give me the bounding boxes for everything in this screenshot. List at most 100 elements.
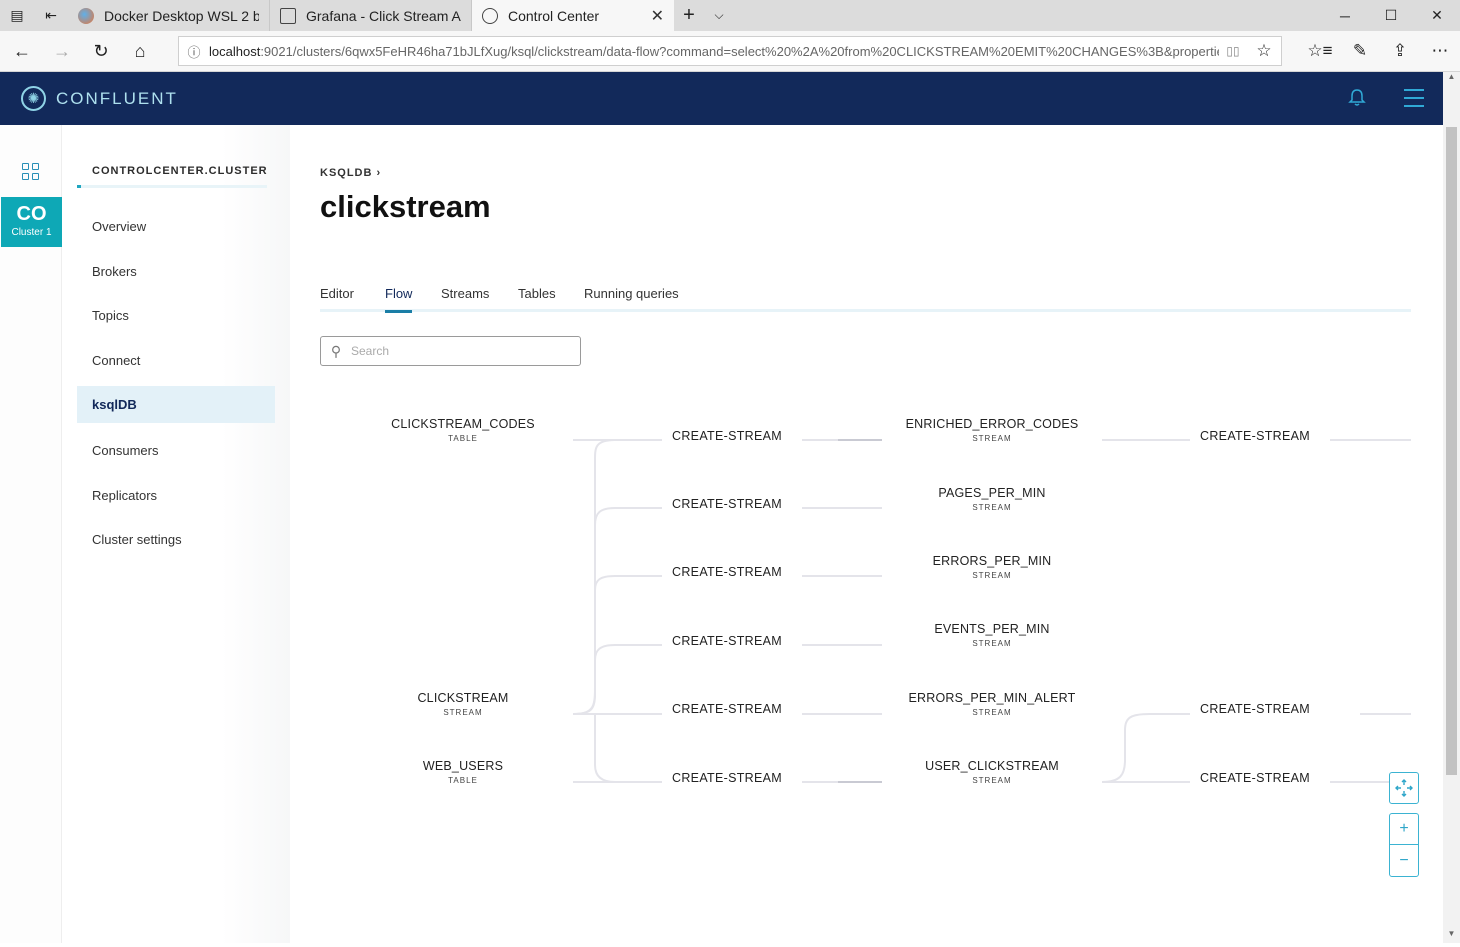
close-window-icon[interactable]: ✕ [1414,0,1460,31]
node-name: CLICKSTREAM_CODES [391,417,535,431]
site-info-icon[interactable]: ⓘ [179,42,209,61]
url-field[interactable]: ⓘ localhost:9021/clusters/6qwx5FeHR46ha7… [178,36,1282,66]
cluster-title-underline [77,185,267,188]
node-kind: TABLE [448,434,478,443]
bell-icon[interactable] [1346,88,1368,110]
flow-node-clickstream-codes[interactable]: CLICKSTREAM_CODES TABLE [353,417,573,443]
chevron-down-icon[interactable]: ⌵ [704,0,734,31]
zoom-out-icon[interactable]: − [1390,845,1418,876]
flow-op-create-stream[interactable]: CREATE-STREAM [647,702,807,716]
zoom-controls: + − [1389,813,1419,877]
cluster-name: Cluster 1 [11,227,52,238]
node-kind: STREAM [443,708,483,717]
sidebar-item-topics[interactable]: Topics [77,297,275,334]
chevron-right-icon: › [376,167,382,179]
flow-graph[interactable]: CLICKSTREAM_CODES TABLE CLICKSTREAM STRE… [290,385,1443,845]
scrollbar-thumb[interactable] [1446,127,1457,775]
flow-op-create-stream[interactable]: CREATE-STREAM [1175,771,1335,785]
flow-node-web-users[interactable]: WEB_USERS TABLE [353,759,573,785]
sidebar-item-replicators[interactable]: Replicators [77,477,275,514]
browser-tab-grafana[interactable]: Grafana - Click Stream Anal [270,0,472,31]
cluster-abbr: CO [16,203,47,225]
flow-node-enriched-error-codes[interactable]: ENRICHED_ERROR_CODES STREAM [882,417,1102,443]
sidebar-item-consumers[interactable]: Consumers [77,432,275,469]
brand-name: CONFLUENT [56,88,178,108]
pen-icon[interactable]: ✎ [1340,36,1380,66]
node-name: EVENTS_PER_MIN [934,622,1050,636]
cluster-title: CONTROLCENTER.CLUSTER [92,165,268,177]
back-icon[interactable]: ← [6,36,38,66]
page-favicon [280,7,296,24]
sidebar-item-connect[interactable]: Connect [77,342,275,379]
flow-op-create-stream[interactable]: CREATE-STREAM [1175,702,1335,716]
browser-toolbar: ☆≡ ✎ ⇪ ⋯ [1300,36,1460,66]
tab-tables[interactable]: Tables [518,286,556,310]
zoom-in-icon[interactable]: + [1390,814,1418,845]
home-icon[interactable]: ⌂ [124,36,156,66]
new-tab-icon[interactable]: + [674,0,704,31]
flow-op-create-stream[interactable]: CREATE-STREAM [647,634,807,648]
search-box[interactable]: ⚲ [320,336,581,366]
app-header: ✺ CONFLUENT [0,72,1444,125]
more-icon[interactable]: ⋯ [1420,36,1460,66]
maximize-icon[interactable]: ☐ [1368,0,1414,31]
tabs-aside-icon[interactable]: ⇤ [34,0,68,31]
tab-editor[interactable]: Editor [320,286,354,310]
all-clusters-grid-icon[interactable] [22,163,39,180]
address-bar: ← → ↻ ⌂ ⓘ localhost:9021/clusters/6qwx5F… [0,31,1460,72]
flow-node-errors-per-min[interactable]: ERRORS_PER_MIN STREAM [882,554,1102,580]
forward-icon[interactable]: → [46,36,78,66]
flow-op-create-stream[interactable]: CREATE-STREAM [647,771,807,785]
minimize-icon[interactable]: ─ [1322,0,1368,31]
scroll-up-icon[interactable]: ▲ [1443,72,1460,86]
flow-op-create-stream[interactable]: CREATE-STREAM [647,429,807,443]
sidebar-item-overview[interactable]: Overview [77,208,275,245]
node-name: WEB_USERS [422,759,504,773]
node-kind: STREAM [972,708,1012,717]
vertical-scrollbar[interactable]: ▲ ▼ [1443,72,1460,943]
breadcrumb[interactable]: KSQLDB › [320,167,381,179]
share-icon[interactable]: ⇪ [1380,36,1420,66]
browser-tab-control-center[interactable]: Control Center ✕ [472,0,674,31]
sidebar-item-ksqldb[interactable]: ksqlDB [77,386,275,423]
flow-node-user-clickstream[interactable]: USER_CLICKSTREAM STREAM [882,759,1102,785]
sidebar: CONTROLCENTER.CLUSTER Overview Brokers T… [62,125,290,943]
node-kind: STREAM [972,571,1012,580]
confluent-favicon [482,7,498,24]
cluster-tile[interactable]: CO Cluster 1 [1,197,62,247]
flow-node-events-per-min[interactable]: EVENTS_PER_MIN STREAM [882,622,1102,648]
scroll-down-icon[interactable]: ▼ [1443,929,1460,943]
close-tab-icon[interactable]: ✕ [651,6,664,26]
flow-op-create-stream[interactable]: CREATE-STREAM [1175,429,1335,443]
flow-op-create-stream[interactable]: CREATE-STREAM [647,497,807,511]
flow-op-create-stream[interactable]: CREATE-STREAM [647,565,807,579]
flow-node-pages-per-min[interactable]: PAGES_PER_MIN STREAM [882,486,1102,512]
node-name: ERRORS_PER_MIN_ALERT [908,691,1076,705]
breadcrumb-ksqldb[interactable]: KSQLDB [320,167,372,179]
tab-label: Docker Desktop WSL 2 back [104,7,259,24]
main-content: KSQLDB › clickstream Editor Flow Streams… [290,125,1443,943]
browser-tab-docker[interactable]: Docker Desktop WSL 2 back [68,0,270,31]
flow-node-errors-per-min-alert[interactable]: ERRORS_PER_MIN_ALERT STREAM [882,691,1102,717]
docker-favicon [78,7,94,24]
tab-label: Grafana - Click Stream Anal [306,7,461,24]
tab-flow[interactable]: Flow [385,286,413,313]
reading-view-icon[interactable]: ▯▯ [1219,44,1247,58]
sidebar-item-cluster-settings[interactable]: Cluster settings [77,521,275,558]
tab-label: Control Center [508,7,600,24]
flow-node-clickstream[interactable]: CLICKSTREAM STREAM [353,691,573,717]
hamburger-menu-icon[interactable] [1404,89,1424,107]
refresh-icon[interactable]: ↻ [85,36,117,66]
node-kind: STREAM [972,776,1012,785]
confluent-logo[interactable]: ✺ CONFLUENT [21,86,178,111]
favorites-list-icon[interactable]: ☆≡ [1300,36,1340,66]
cluster-rail: CO Cluster 1 [0,125,62,943]
node-name: ENRICHED_ERROR_CODES [905,417,1079,431]
fit-to-screen-icon[interactable] [1389,772,1419,804]
tab-actions-icon[interactable]: ▤ [0,0,34,31]
favorite-star-icon[interactable]: ☆ [1247,41,1281,61]
search-input[interactable] [351,344,571,358]
sidebar-item-brokers[interactable]: Brokers [77,253,275,290]
tab-running-queries[interactable]: Running queries [584,286,679,310]
tab-streams[interactable]: Streams [441,286,489,310]
